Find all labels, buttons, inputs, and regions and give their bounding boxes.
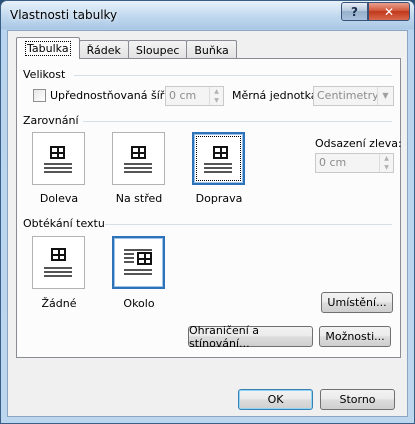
indent-spinner[interactable]: 0 cm ▲ ▼: [315, 153, 394, 173]
help-icon: ?: [351, 4, 358, 19]
align-center-option[interactable]: [112, 132, 165, 185]
unit-select[interactable]: Centimetry ▼: [313, 86, 394, 106]
ok-button[interactable]: OK: [238, 389, 313, 410]
wrap-none-label: Žádné: [41, 297, 77, 310]
align-center-label: Na střed: [115, 192, 163, 205]
preferred-width-spinner[interactable]: 0 cm ▲ ▼: [165, 86, 224, 106]
tab-strip: Tabulka Řádek Sloupec Buňka: [16, 37, 237, 59]
size-section-label: Velikost: [23, 68, 66, 81]
wrap-around-label: Okolo: [123, 297, 155, 310]
indent-value: 0 cm: [319, 156, 347, 169]
borders-shading-button[interactable]: Ohraničení a stínování...: [188, 324, 313, 350]
preferred-width-value: 0 cm: [169, 89, 197, 102]
spin-down-icon[interactable]: ▼: [380, 163, 393, 172]
align-center-icon: [122, 146, 156, 174]
align-left-option[interactable]: [32, 132, 85, 185]
alignment-section-label: Zarovnání: [23, 114, 79, 127]
align-left-icon: [42, 146, 76, 174]
tab-panel-table: Velikost Upřednostňovaná šířka: 0 cm ▲ ▼ …: [16, 58, 402, 358]
preferred-width-label: Upřednostňovaná šířka:: [50, 89, 181, 102]
close-icon: ✕: [383, 4, 395, 19]
preferred-width-checkbox[interactable]: [33, 89, 46, 102]
cancel-button[interactable]: Storno: [320, 389, 395, 410]
window-title: Vlastnosti tabulky: [10, 8, 118, 22]
tab-cell[interactable]: Buňka: [186, 40, 237, 59]
align-right-icon: [202, 146, 236, 174]
options-button[interactable]: Možnosti...: [319, 326, 391, 347]
align-left-label: Doleva: [39, 192, 79, 205]
spin-up-icon[interactable]: ▲: [380, 154, 393, 163]
tab-column[interactable]: Sloupec: [127, 40, 188, 59]
tab-table[interactable]: Tabulka: [16, 37, 80, 59]
alignment-divider: [83, 121, 392, 122]
dialog-window: Vlastnosti tabulky ? ✕ Tabulka Řádek Slo…: [0, 0, 415, 424]
size-divider: [74, 75, 392, 76]
unit-select-value: Centimetry: [317, 89, 379, 102]
close-button[interactable]: ✕: [368, 2, 410, 21]
spin-down-icon[interactable]: ▼: [210, 96, 223, 105]
text-wrapping-divider: [105, 224, 392, 225]
spin-up-icon[interactable]: ▲: [210, 87, 223, 96]
help-button[interactable]: ?: [341, 2, 368, 21]
chevron-down-icon: ▼: [377, 87, 393, 105]
indent-label: Odsazení zleva:: [315, 137, 402, 150]
text-wrapping-section-label: Obtékání textu: [23, 217, 105, 230]
wrap-around-icon: [122, 248, 156, 278]
wrap-none-icon: [42, 248, 76, 278]
title-bar[interactable]: Vlastnosti tabulky ? ✕: [1, 1, 414, 29]
wrap-around-option[interactable]: [112, 236, 165, 289]
positioning-button[interactable]: Umístění...: [321, 292, 393, 313]
wrap-none-option[interactable]: [32, 236, 85, 289]
align-right-label: Doprava: [195, 192, 243, 205]
unit-label: Měrná jednotka:: [232, 89, 322, 102]
dialog-client-area: Tabulka Řádek Sloupec Buňka Velikost Upř…: [7, 30, 408, 417]
tab-row[interactable]: Řádek: [78, 40, 129, 59]
align-right-option[interactable]: [192, 132, 245, 185]
